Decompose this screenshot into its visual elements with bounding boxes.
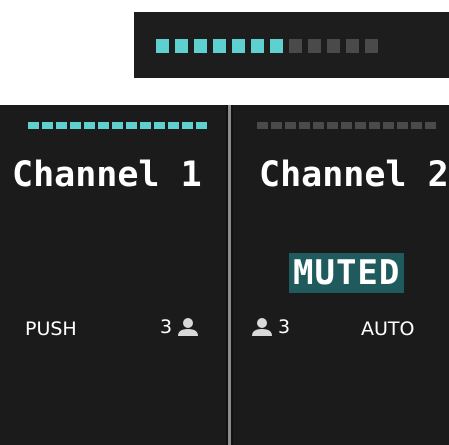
channel-divider	[226, 105, 233, 445]
channel-2-user-count: 3	[251, 316, 290, 338]
top-level-meter	[134, 12, 449, 78]
level-segment	[140, 122, 151, 129]
person-icon	[178, 318, 199, 336]
channel-1[interactable]: Channel 1 PUSH 3	[0, 105, 226, 445]
level-segment	[383, 122, 394, 129]
level-segment	[365, 39, 378, 53]
level-segment	[28, 122, 39, 129]
channel-1-user-count: 3	[160, 316, 199, 338]
channel-1-mode-label: PUSH	[25, 318, 77, 340]
level-segment	[56, 122, 67, 129]
level-segment	[84, 122, 95, 129]
level-segment	[42, 122, 53, 129]
level-segment	[213, 39, 226, 53]
level-segment	[182, 122, 193, 129]
level-segment	[196, 122, 207, 129]
muted-badge: MUTED	[289, 253, 405, 293]
level-segment	[327, 122, 338, 129]
top-level-meter-segments	[156, 39, 378, 53]
level-segment	[369, 122, 380, 129]
level-segment	[154, 122, 165, 129]
channel-2[interactable]: Channel 2 MUTED 3 AUTO	[233, 105, 449, 445]
level-segment	[289, 39, 302, 53]
channel-panel: Channel 1 PUSH 3 Channel 2 MUTED 3 AUTO	[0, 105, 449, 445]
channel-1-level-meter	[28, 122, 207, 129]
level-segment	[175, 39, 188, 53]
level-segment	[411, 122, 422, 129]
level-segment	[327, 39, 340, 53]
level-segment	[308, 39, 321, 53]
level-segment	[425, 122, 436, 129]
level-segment	[355, 122, 366, 129]
level-segment	[341, 122, 352, 129]
level-segment	[194, 39, 207, 53]
level-segment	[313, 122, 324, 129]
level-segment	[126, 122, 137, 129]
level-segment	[232, 39, 245, 53]
level-segment	[70, 122, 81, 129]
level-segment	[299, 122, 310, 129]
channel-2-mode-label: AUTO	[361, 318, 415, 340]
person-icon	[252, 318, 272, 336]
level-segment	[271, 122, 282, 129]
level-segment	[251, 39, 264, 53]
level-segment	[270, 39, 283, 53]
channel-2-user-count-value: 3	[278, 316, 291, 338]
level-segment	[112, 122, 123, 129]
level-segment	[397, 122, 408, 129]
level-segment	[168, 122, 179, 129]
channel-1-title: Channel 1	[12, 155, 202, 195]
level-segment	[257, 122, 268, 129]
level-segment	[346, 39, 359, 53]
channel-2-title: Channel 2	[259, 155, 449, 195]
channel-1-user-count-value: 3	[160, 316, 173, 338]
level-segment	[98, 122, 109, 129]
channel-2-level-meter	[257, 122, 436, 129]
level-segment	[285, 122, 296, 129]
level-segment	[156, 39, 169, 53]
